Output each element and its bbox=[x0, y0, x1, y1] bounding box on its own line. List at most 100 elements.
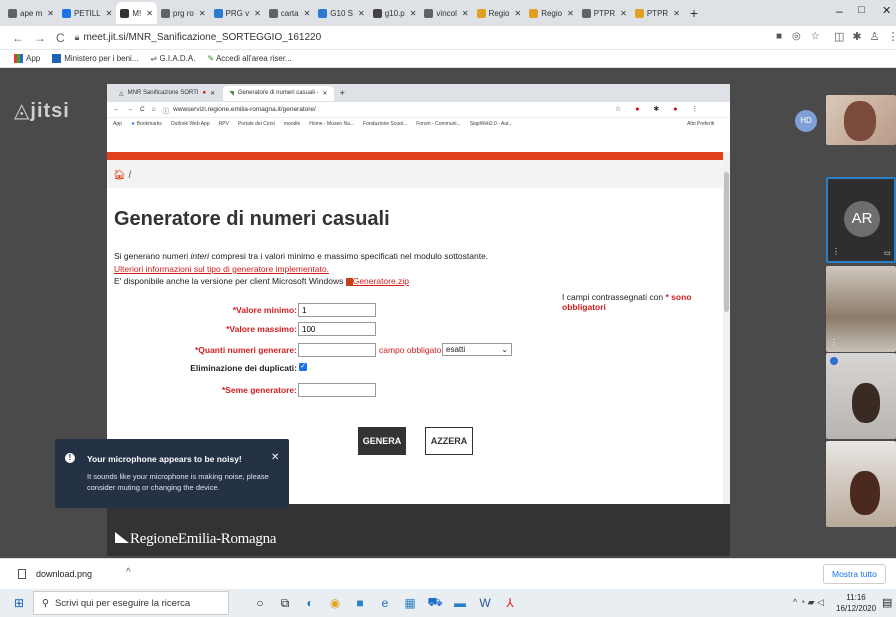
reset-button[interactable]: AZZERA bbox=[425, 427, 473, 455]
participant-thumbnail-active[interactable]: AR ⋮ ▭ bbox=[826, 177, 896, 263]
inner-new-tab-button[interactable]: + bbox=[340, 88, 345, 98]
tab-close-icon[interactable]: ✕ bbox=[146, 9, 153, 18]
new-tab-button[interactable]: + bbox=[690, 5, 698, 21]
tab-close-icon[interactable]: ✕ bbox=[358, 9, 365, 18]
home-icon[interactable]: 🏠︎ bbox=[113, 170, 126, 181]
inner-bookmark[interactable]: App bbox=[113, 121, 122, 127]
browser-tab[interactable]: vincol ✕ bbox=[420, 2, 472, 24]
tab-close-icon[interactable]: ✕ bbox=[199, 9, 206, 18]
store-icon[interactable]: ⛟ bbox=[424, 592, 446, 614]
chevron-up-icon[interactable]: ^ bbox=[126, 567, 131, 578]
forward-icon[interactable]: → bbox=[34, 31, 46, 45]
close-icon[interactable]: ✕ bbox=[271, 452, 279, 463]
tab-close-icon[interactable]: ✕ bbox=[620, 9, 627, 18]
more-options-icon[interactable]: ⋮ bbox=[830, 338, 838, 347]
tab-close-icon[interactable]: ✕ bbox=[514, 9, 521, 18]
browser-tab[interactable]: G10 S ✕ bbox=[314, 2, 368, 24]
inner-forward-icon[interactable]: → bbox=[127, 106, 134, 113]
more-options-icon[interactable]: ⋮ bbox=[832, 247, 840, 256]
task-view-icon[interactable]: ⧉ bbox=[274, 592, 296, 614]
ie-icon[interactable]: e bbox=[374, 592, 396, 614]
inner-bookmark[interactable]: ★ Bookmarks bbox=[131, 121, 162, 127]
inner-back-icon[interactable]: ← bbox=[113, 106, 120, 113]
inner-home-icon[interactable]: ⌂ bbox=[152, 106, 156, 113]
back-icon[interactable]: ← bbox=[12, 31, 24, 45]
bookmark-accedi[interactable]: ✎ Accedi all'area riser... bbox=[207, 54, 291, 63]
download-zip-link[interactable]: Generatore.zip bbox=[353, 276, 409, 286]
info-link[interactable]: Ulteriori informazioni sul tipo di gener… bbox=[114, 264, 329, 274]
cortana-icon[interactable]: ○ bbox=[249, 592, 271, 614]
system-tray-icons[interactable]: ^ ◔ ▰ ◁ bbox=[793, 597, 824, 608]
participant-thumbnail[interactable] bbox=[826, 441, 896, 527]
bookmark-app[interactable]: App bbox=[14, 54, 40, 64]
inner-url-field[interactable]: wwwservizi.regione.emilia-romagna.it/gen… bbox=[173, 106, 316, 113]
calendar-icon[interactable]: ▦ bbox=[399, 592, 421, 614]
browser-tab[interactable]: PETILL ✕ bbox=[58, 2, 116, 24]
browser-tab[interactable]: PTPR ✕ bbox=[631, 2, 684, 24]
inner-bookmark[interactable]: RPV bbox=[219, 121, 229, 127]
bookmark-giada[interactable]: ⇌ G.I.A.D.A. bbox=[151, 54, 196, 63]
profile-icons[interactable]: ◫✱♙⋮ bbox=[834, 30, 896, 43]
acrobat-icon[interactable]: ⅄ bbox=[499, 592, 521, 614]
tab-close-icon[interactable]: ✕ bbox=[410, 9, 417, 18]
inner-bookmark[interactable]: Fondazione Scuol... bbox=[363, 121, 407, 127]
browser-tab[interactable]: Regio ✕ bbox=[525, 2, 578, 24]
min-value-input[interactable] bbox=[298, 303, 376, 317]
inner-bookmark[interactable]: moodle bbox=[284, 121, 300, 127]
quantity-input[interactable] bbox=[298, 343, 376, 357]
maximize-button[interactable]: □ bbox=[858, 4, 865, 16]
inner-extension-icons[interactable]: ☆ ● ✱ ● ⋮ bbox=[615, 105, 704, 113]
chrome-icon[interactable]: ◉ bbox=[324, 592, 346, 614]
app-icon[interactable]: ■ bbox=[349, 592, 371, 614]
extension-icons[interactable]: ■◎☆ bbox=[776, 31, 830, 42]
windows-start-icon[interactable]: ⊞ bbox=[8, 592, 30, 614]
tab-close-icon[interactable]: ✕ bbox=[462, 9, 469, 18]
tab-close-icon[interactable]: ✕ bbox=[106, 9, 113, 18]
inner-tab-generatore[interactable]: ◥ Generatore di numeri casuali - ✕ bbox=[223, 85, 334, 101]
tab-close-icon[interactable]: ✕ bbox=[304, 9, 311, 18]
notifications-icon[interactable]: ▤ bbox=[882, 596, 892, 609]
inner-scrollbar[interactable] bbox=[723, 152, 730, 504]
bookmark-ministero[interactable]: Ministero per i beni... bbox=[52, 54, 139, 64]
browser-tab[interactable]: ape m ✕ bbox=[4, 2, 58, 24]
tab-close-icon[interactable]: ✕ bbox=[47, 9, 54, 18]
tab-close-icon[interactable]: ✕ bbox=[567, 9, 574, 18]
inner-reload-icon[interactable]: C bbox=[140, 106, 145, 113]
scrollbar-thumb[interactable] bbox=[724, 172, 729, 312]
browser-tab[interactable]: carta ✕ bbox=[265, 2, 315, 24]
file-explorer-icon[interactable]: ▬ bbox=[449, 592, 471, 614]
browser-tab[interactable]: M! ✕ bbox=[116, 2, 157, 24]
generate-button[interactable]: GENERA bbox=[358, 427, 406, 455]
browser-tab[interactable]: Regio ✕ bbox=[473, 2, 526, 24]
inner-bookmark[interactable]: Outlook Web App bbox=[171, 121, 210, 127]
quantity-mode-select[interactable]: esatti ⌄ bbox=[442, 343, 512, 356]
inner-bookmark-others[interactable]: Altri Preferiti bbox=[687, 121, 714, 127]
local-avatar[interactable]: HD bbox=[795, 110, 817, 132]
word-icon[interactable]: W bbox=[474, 592, 496, 614]
close-window-button[interactable]: ✕ bbox=[882, 4, 891, 17]
inner-bookmark[interactable]: SiapWeb2.0 - Aut... bbox=[470, 121, 513, 127]
inner-bookmark[interactable]: Home - Museo Na... bbox=[309, 121, 354, 127]
reload-icon[interactable]: C bbox=[56, 31, 65, 45]
browser-tab[interactable]: PRG v ✕ bbox=[210, 2, 265, 24]
participant-thumbnail[interactable] bbox=[826, 353, 896, 439]
participant-thumbnail[interactable] bbox=[826, 95, 896, 145]
minimize-button[interactable]: – bbox=[836, 4, 843, 18]
participant-thumbnail[interactable]: ⋮ bbox=[826, 266, 896, 352]
browser-tab[interactable]: PTPR ✕ bbox=[578, 2, 631, 24]
inner-bookmark[interactable]: Portale dei Corsi bbox=[238, 121, 275, 127]
taskbar-search[interactable]: ⚲ Scrivi qui per eseguire la ricerca bbox=[33, 591, 229, 615]
clock[interactable]: 11:16 16/12/2020 bbox=[836, 592, 876, 614]
browser-tab[interactable]: prg ro ✕ bbox=[157, 2, 210, 24]
inner-bookmark[interactable]: Forum - Communi... bbox=[416, 121, 460, 127]
max-value-input[interactable] bbox=[298, 322, 376, 336]
tab-close-icon[interactable]: ✕ bbox=[673, 9, 680, 18]
tab-close-icon[interactable]: ✕ bbox=[254, 9, 261, 18]
show-all-downloads-button[interactable]: Mostra tutto bbox=[823, 564, 886, 584]
browser-tab[interactable]: g10.p ✕ bbox=[369, 2, 421, 24]
seed-input[interactable] bbox=[298, 383, 376, 397]
duplicates-checkbox[interactable]: ✓ bbox=[299, 363, 307, 371]
edge-icon[interactable]: ◐ bbox=[299, 592, 321, 614]
url-field[interactable]: meet.jit.si/MNR_Sanificazione_SORTEGGIO_… bbox=[83, 32, 321, 43]
download-item[interactable]: download.png bbox=[36, 569, 92, 579]
